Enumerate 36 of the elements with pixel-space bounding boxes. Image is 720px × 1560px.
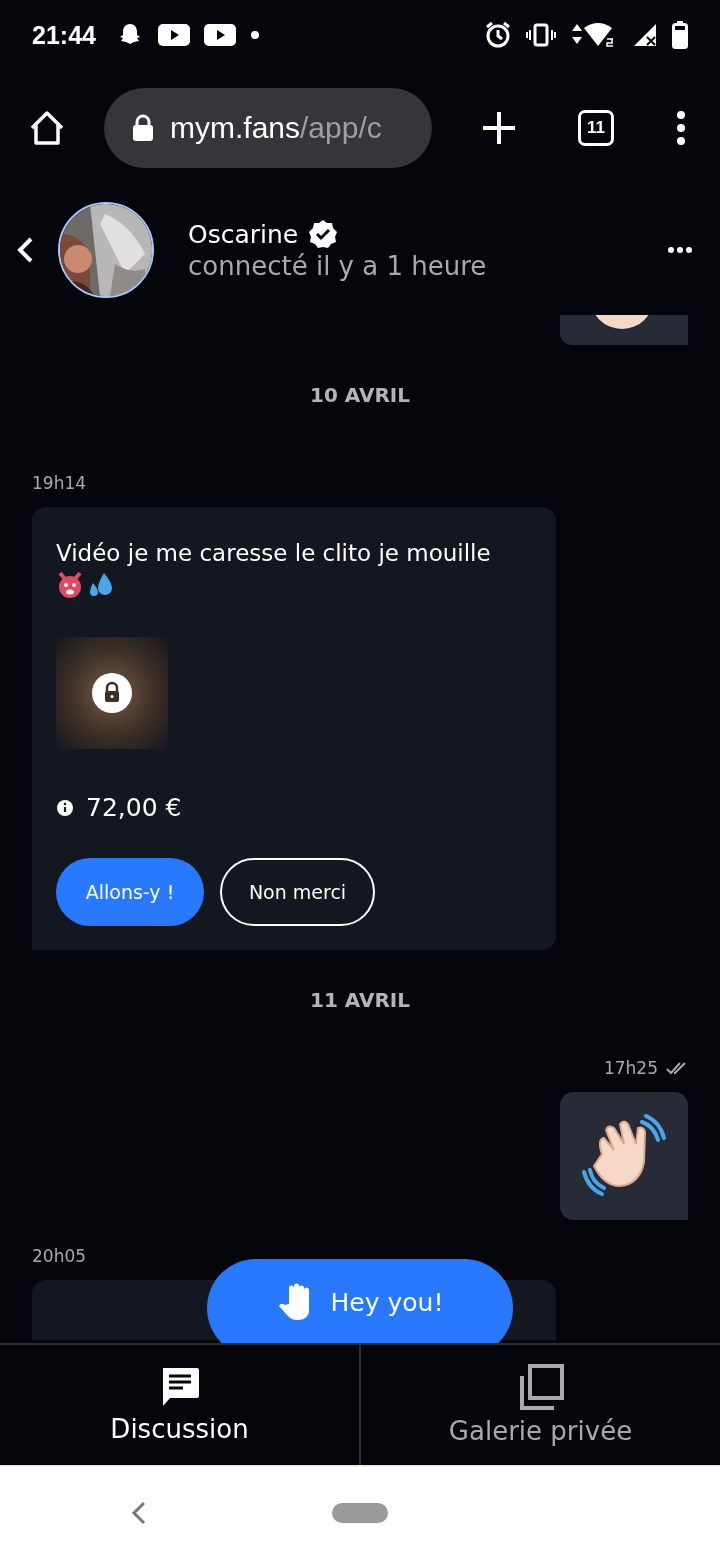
info-icon	[56, 798, 74, 817]
address-bar[interactable]: mym.fans/app/c	[104, 87, 432, 168]
accept-button[interactable]: Allons-y !	[56, 858, 204, 926]
signal-icon	[632, 22, 658, 48]
clock-time: 21:44	[32, 20, 96, 50]
price: 72,00 €	[86, 793, 182, 822]
home-pill-icon[interactable]	[332, 1503, 388, 1523]
message-time: 17h25	[603, 1058, 658, 1078]
gallery-icon	[517, 1364, 564, 1410]
plus-icon[interactable]	[482, 110, 516, 145]
locked-video-thumbnail[interactable]	[56, 637, 168, 749]
presence-status: connecté il y a 1 heure	[188, 251, 488, 281]
dot-icon	[249, 30, 260, 40]
url-text: mym.fans/app/c	[170, 110, 382, 145]
waving-hand-icon	[582, 1114, 666, 1198]
vibrate-icon	[526, 23, 556, 47]
menu-icon[interactable]	[676, 109, 686, 146]
message-time: 19h14	[32, 473, 87, 493]
date-separator: 10 AVRIL	[310, 383, 410, 407]
play-icon	[203, 24, 236, 46]
battery-icon	[672, 21, 688, 49]
message-text: Vidéo je me caresse le clito je mouille	[56, 539, 492, 568]
lock-icon	[132, 113, 154, 142]
greeting-button[interactable]: Hey you!	[207, 1259, 513, 1343]
alarm-icon	[484, 21, 512, 49]
tab[interactable]: Discussion	[0, 1345, 359, 1465]
devil-face-icon	[56, 571, 84, 599]
tab-count[interactable]: 11	[578, 109, 614, 146]
lock-icon	[92, 673, 132, 713]
play-icon	[157, 24, 190, 46]
message-time: 20h05	[32, 1246, 87, 1266]
decline-button[interactable]: Non merci	[220, 858, 375, 926]
home-icon[interactable]	[28, 109, 66, 146]
date-separator: 11 AVRIL	[310, 988, 410, 1012]
more-icon[interactable]	[668, 247, 692, 253]
contact-name: Oscarine	[188, 219, 299, 249]
